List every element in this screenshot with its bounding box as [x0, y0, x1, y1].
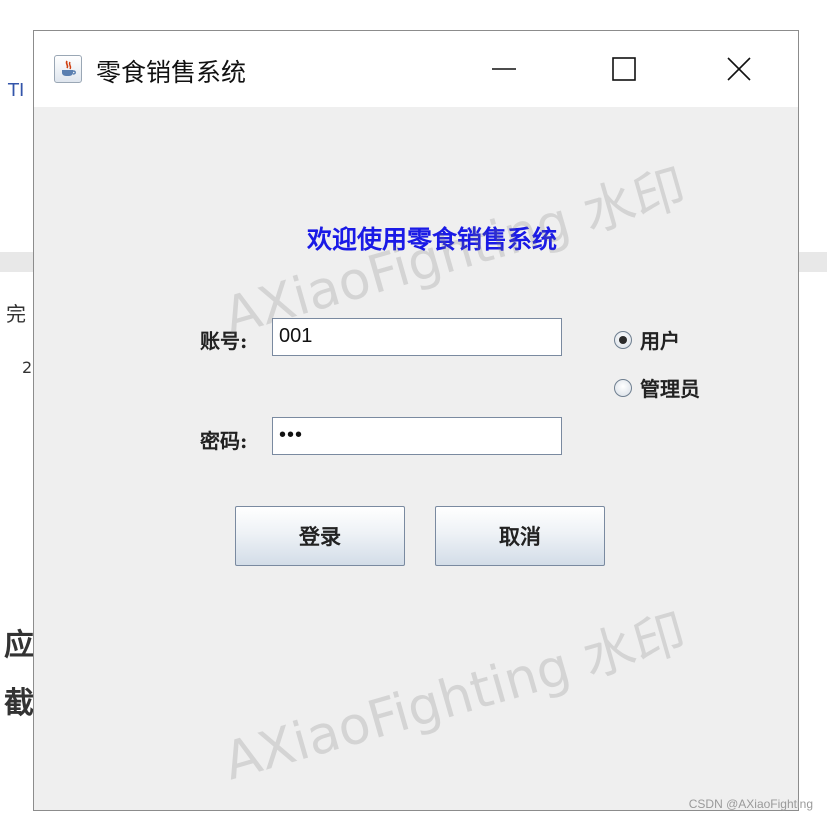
background-fragment-jie: 截: [4, 686, 34, 721]
cancel-button[interactable]: 取消: [435, 506, 605, 566]
close-button[interactable]: [709, 45, 769, 93]
java-cup-icon: [54, 55, 82, 83]
background-fragment-ying: 应: [4, 628, 34, 663]
background-fragment-ti: TI: [8, 80, 25, 101]
close-icon: [727, 57, 751, 81]
radio-unselected-icon[interactable]: [614, 378, 632, 397]
password-input[interactable]: •••: [272, 417, 562, 455]
maximize-icon: [612, 57, 636, 81]
password-label: 密码:: [200, 429, 248, 453]
background-fragment-2: 2: [22, 358, 33, 377]
title-bar[interactable]: 零食销售系统: [34, 31, 798, 107]
minimize-icon: [492, 68, 516, 70]
role-admin-label: 管理员: [640, 377, 700, 401]
role-option-admin[interactable]: 管理员: [614, 373, 700, 402]
window-title: 零食销售系统: [96, 58, 247, 87]
role-option-user[interactable]: 用户: [614, 325, 680, 354]
background-fragment-wan: 完: [6, 302, 26, 326]
minimize-button[interactable]: [474, 45, 534, 93]
login-button[interactable]: 登录: [235, 506, 405, 566]
csdn-footer: CSDN @AXiaoFighting: [688, 797, 813, 811]
role-user-label: 用户: [640, 329, 680, 353]
maximize-button[interactable]: [594, 45, 654, 93]
radio-selected-icon[interactable]: [614, 330, 632, 349]
